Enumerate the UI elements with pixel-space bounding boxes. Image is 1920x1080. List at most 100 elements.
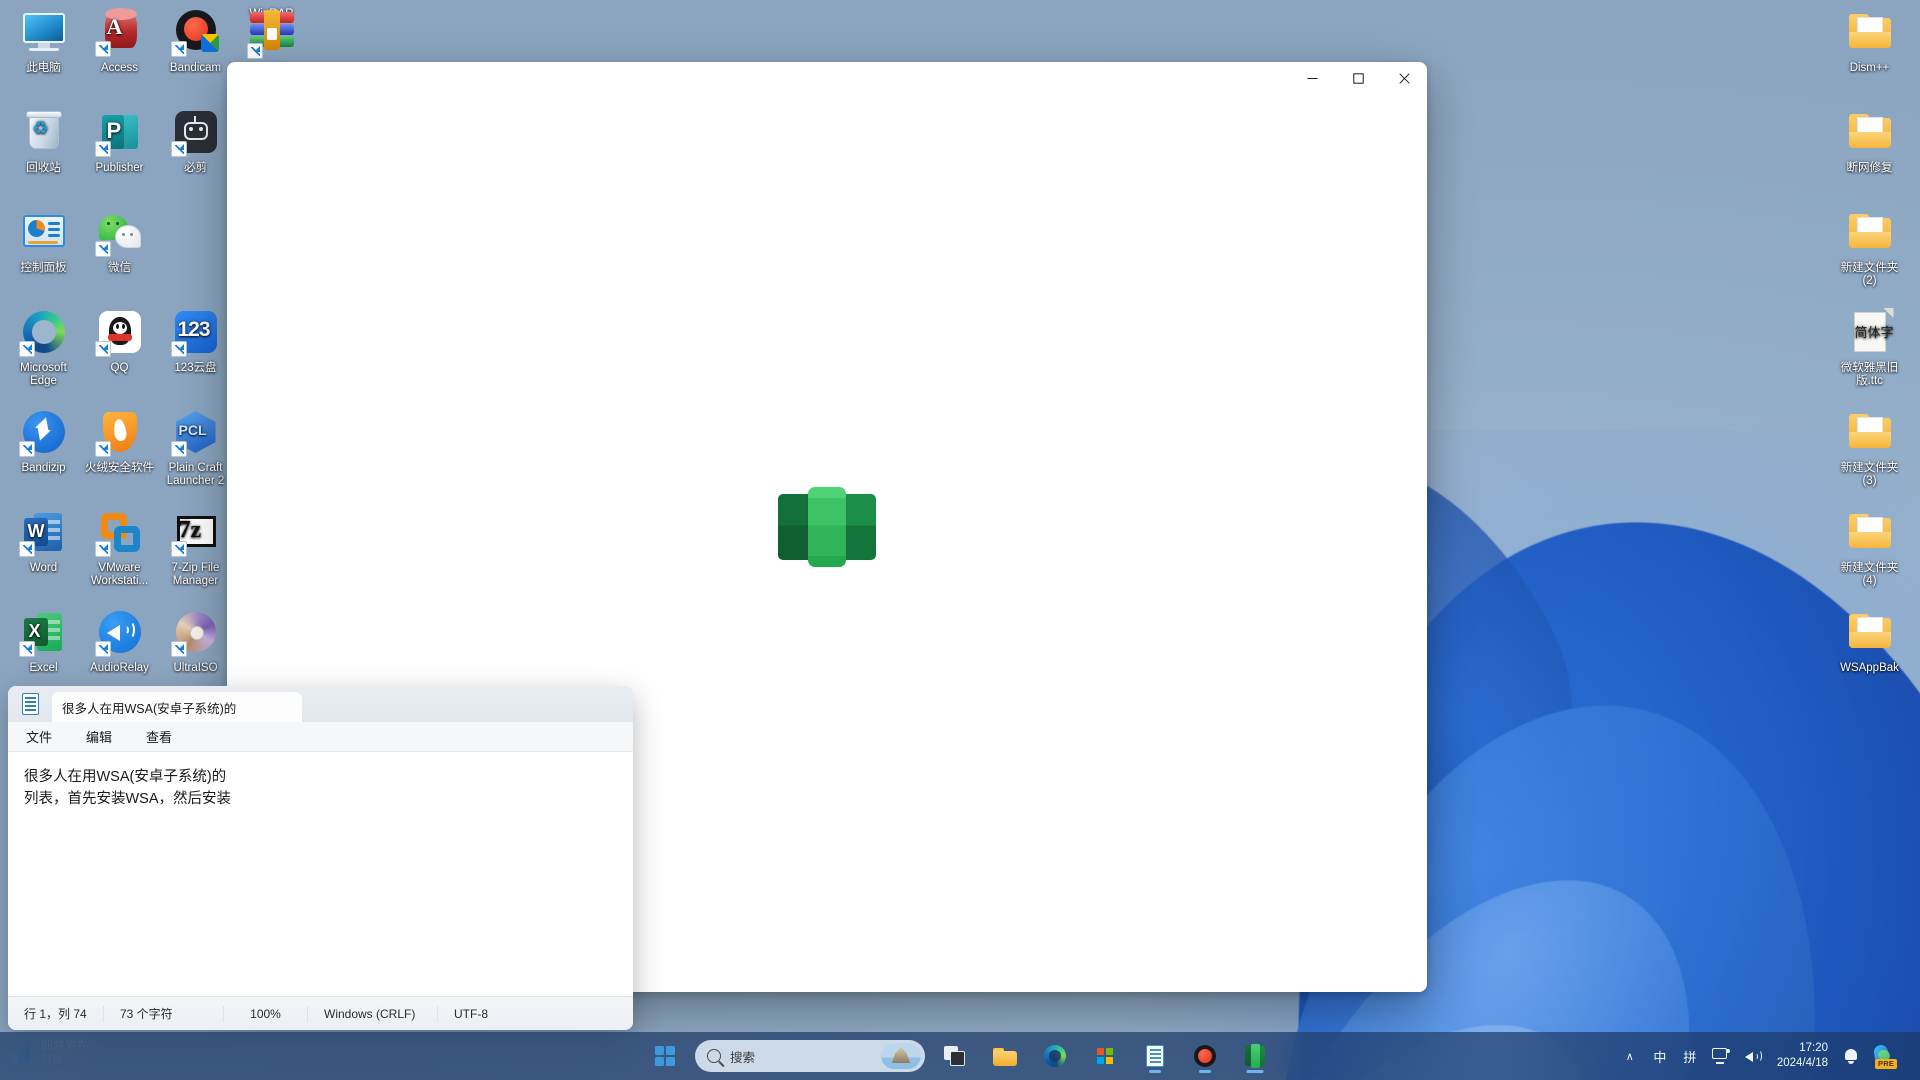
clock-date: 2024/4/18: [1776, 1057, 1828, 1069]
desktop-icon-label: 微软雅黑旧版.ttc: [1840, 362, 1899, 387]
menu-view[interactable]: 查看: [142, 724, 176, 749]
search-input[interactable]: 搜索: [695, 1040, 925, 1072]
desktop-icon-folder[interactable]: Dism++: [1832, 8, 1907, 75]
desktop-icon-7zip[interactable]: 7z 7-Zip File Manager: [158, 508, 233, 587]
desktop-icon-microsoft-word[interactable]: W Word: [6, 508, 81, 575]
desktop-icon-winrar[interactable]: WinRAR: [234, 8, 309, 59]
desktop-icon-label: Bandicam: [169, 62, 222, 74]
taskbar-item-file-explorer[interactable]: [985, 1036, 1025, 1076]
desktop-icon-font-file[interactable]: 简体字 微软雅黑旧版.ttc: [1832, 308, 1907, 387]
ime-mode-indicator[interactable]: 中: [1645, 1036, 1675, 1076]
shortcut-arrow-icon: [170, 341, 187, 357]
desktop-icon-this-pc[interactable]: 此电脑: [6, 8, 81, 75]
desktop-icon-label: Access: [100, 62, 139, 74]
recycle-bin-icon: ♻: [20, 108, 68, 156]
desktop-icon-folder[interactable]: 断网修复: [1832, 108, 1907, 175]
menu-edit[interactable]: 编辑: [82, 724, 116, 749]
network-status-button[interactable]: [1705, 1036, 1737, 1076]
copilot-button[interactable]: PRE: [1866, 1036, 1906, 1076]
desktop-icon-folder[interactable]: 新建文件夹 (3): [1832, 408, 1907, 487]
search-placeholder: 搜索: [730, 1050, 756, 1065]
folder-icon: [1846, 608, 1894, 656]
desktop-icon-bandizip[interactable]: Bandizip: [6, 408, 81, 475]
microsoft-word-icon: W: [18, 508, 68, 557]
desktop-icon-folder[interactable]: 新建文件夹 (4): [1832, 508, 1907, 587]
taskbar-center-group[interactable]: 搜索: [645, 1036, 1275, 1076]
status-zoom[interactable]: 100%: [224, 1005, 308, 1022]
close-button[interactable]: [1381, 62, 1427, 95]
desktop-icon-microsoft-excel[interactable]: X Excel: [6, 608, 81, 675]
folder-icon: [1846, 408, 1894, 456]
notepad-icon: [1146, 1045, 1164, 1067]
menu-file[interactable]: 文件: [22, 724, 56, 749]
desktop-icon-microsoft-edge[interactable]: Microsoft Edge: [6, 308, 81, 387]
show-desktop-button[interactable]: [1906, 1032, 1914, 1080]
notepad-text-area[interactable]: 很多人在用WSA(安卓子系统)的 列表，首先安装WSA，然后安装: [8, 752, 633, 996]
desktop-icon-label: Dism++: [1849, 62, 1890, 74]
clock[interactable]: 17:20 2024/4/18: [1769, 1041, 1836, 1071]
desktop-icon-label: 此电脑: [26, 62, 61, 74]
notifications-button[interactable]: [1836, 1036, 1866, 1076]
bing-wallpaper-thumbnail[interactable]: [881, 1043, 921, 1069]
ime-pinyin-indicator[interactable]: 拼: [1675, 1036, 1705, 1076]
desktop-icon-label: Plain Craft Launcher 2: [166, 462, 225, 487]
desktop-icon-plain-craft-launcher[interactable]: PCL Plain Craft Launcher 2: [158, 408, 233, 487]
volume-button[interactable]: [1737, 1036, 1769, 1076]
desktop-icon-control-panel[interactable]: 控制面板: [6, 208, 81, 275]
shortcut-arrow-icon: [94, 641, 111, 657]
start-button[interactable]: [645, 1036, 685, 1076]
notepad-menu-bar[interactable]: 文件 编辑 查看: [8, 722, 633, 752]
tray-expand-button[interactable]: ∧: [1615, 1036, 1645, 1076]
desktop-icon-ultraiso[interactable]: UltraISO: [158, 608, 233, 675]
taskbar[interactable]: 搜索 ∧ 中 拼 17:20 2024/4/18 PRE: [0, 1032, 1920, 1080]
desktop-icon-123pan[interactable]: 123 123云盘: [158, 308, 233, 375]
desktop-icon-bandicam[interactable]: Bandicam: [158, 8, 233, 75]
taskbar-item-microsoft-edge[interactable]: [1035, 1036, 1075, 1076]
notepad-tab-title: 很多人在用WSA(安卓子系统)的: [62, 701, 237, 716]
desktop-icon-huorong-security[interactable]: 火绒安全软件: [82, 408, 157, 475]
copilot-icon: PRE: [1873, 1044, 1899, 1069]
this-pc-icon: [20, 8, 68, 56]
system-tray[interactable]: ∧ 中 拼 17:20 2024/4/18 PRE: [1615, 1032, 1920, 1080]
minimize-button[interactable]: [1289, 62, 1335, 95]
desktop-icon-folder[interactable]: WSAppBak: [1832, 608, 1907, 675]
123pan-icon: 123: [170, 308, 220, 357]
desktop-icon-microsoft-publisher[interactable]: P Publisher: [82, 108, 157, 175]
maximize-button[interactable]: [1335, 62, 1381, 95]
search-icon: [707, 1049, 721, 1063]
running-indicator: [1199, 1070, 1211, 1073]
ultraiso-icon: [170, 608, 220, 657]
taskbar-item-microsoft-store[interactable]: [1085, 1036, 1125, 1076]
desktop-icon-audiorelay[interactable]: AudioRelay: [82, 608, 157, 675]
folder-icon: [1846, 8, 1894, 56]
minimize-icon: [1307, 78, 1317, 79]
splash-title-bar[interactable]: [227, 62, 1427, 106]
taskbar-item-bandicam[interactable]: [1185, 1036, 1225, 1076]
desktop-icon-qq[interactable]: QQ: [82, 308, 157, 375]
status-line-ending[interactable]: Windows (CRLF): [308, 1005, 438, 1022]
status-encoding[interactable]: UTF-8: [438, 1006, 528, 1022]
notepad-tab-strip[interactable]: 很多人在用WSA(安卓子系统)的: [8, 686, 633, 722]
desktop-icon-folder[interactable]: 新建文件夹 (2): [1832, 208, 1907, 287]
shortcut-arrow-icon: [94, 41, 111, 57]
taskbar-item-excel[interactable]: [1235, 1036, 1275, 1076]
notepad-icon: [20, 693, 42, 717]
microsoft-excel-icon: [1245, 1044, 1265, 1068]
bijian-icon: [170, 108, 220, 157]
desktop-icon-label: 断网修复: [1846, 162, 1893, 174]
desktop-icon-bijian[interactable]: 必剪: [158, 108, 233, 175]
notepad-tab[interactable]: 很多人在用WSA(安卓子系统)的: [52, 692, 302, 722]
taskbar-item-notepad[interactable]: [1135, 1036, 1175, 1076]
winrar-icon: [246, 10, 296, 59]
shortcut-arrow-icon: [18, 341, 35, 357]
taskbar-item-task-view[interactable]: [935, 1036, 975, 1076]
desktop-icon-label: 火绒安全软件: [85, 462, 154, 474]
desktop-icon-recycle-bin[interactable]: ♻ 回收站: [6, 108, 81, 175]
desktop-icon-microsoft-access[interactable]: A Access: [82, 8, 157, 75]
desktop-icon-wechat[interactable]: 微信: [82, 208, 157, 275]
desktop-icon-label: 123云盘: [174, 362, 217, 374]
desktop-icon-vmware-workstation[interactable]: VMware Workstati...: [82, 508, 157, 587]
folder-icon: [993, 1046, 1017, 1066]
notepad-window[interactable]: 很多人在用WSA(安卓子系统)的 文件 编辑 查看 很多人在用WSA(安卓子系统…: [8, 686, 633, 1030]
desktop-icon-label: Microsoft Edge: [20, 362, 67, 387]
